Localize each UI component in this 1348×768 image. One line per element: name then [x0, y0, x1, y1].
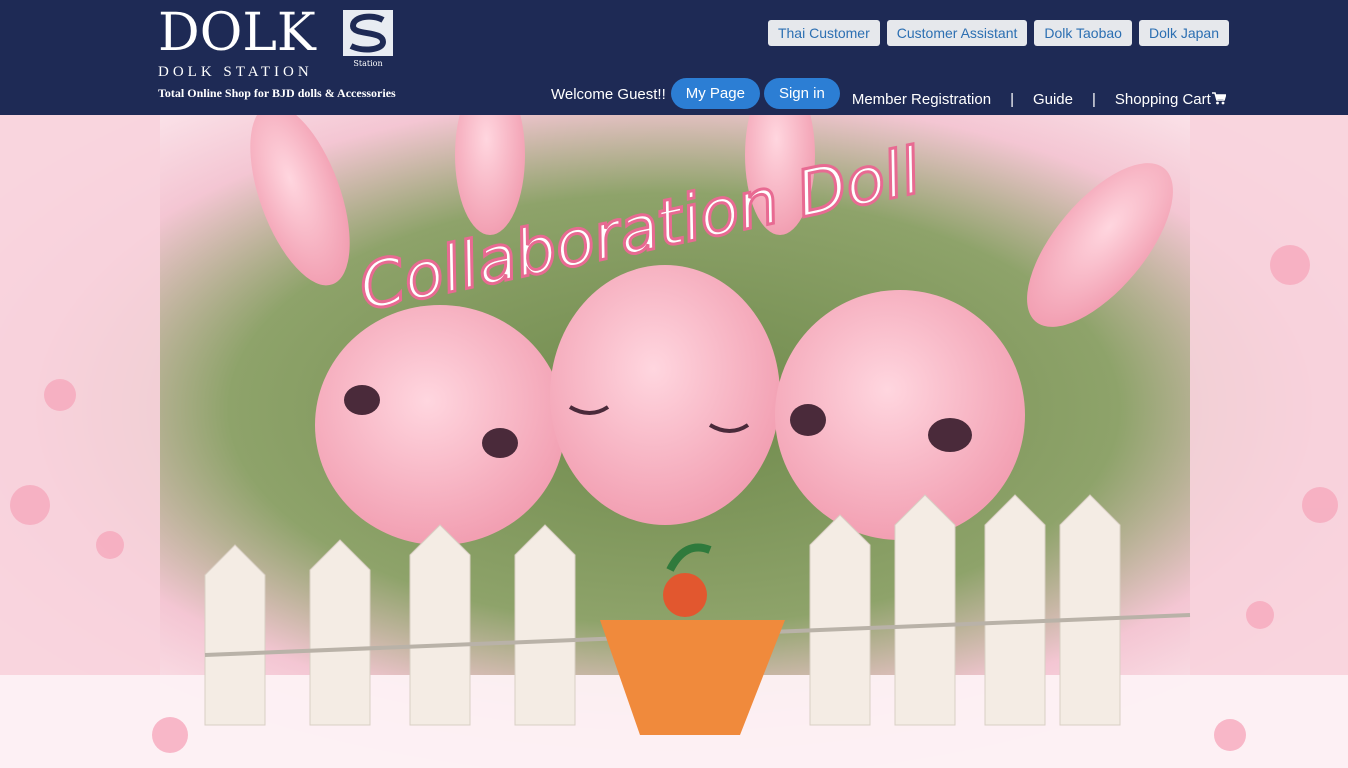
logo-tagline: Total Online Shop for BJD dolls & Access…: [158, 86, 396, 100]
logo-subtitle: DOLK STATION: [158, 64, 313, 80]
shopping-cart-label: Shopping Cart: [1114, 90, 1211, 108]
station-logo-icon[interactable]: Station: [343, 10, 393, 68]
thai-customer-button[interactable]: Thai Customer: [767, 20, 880, 46]
top-links: Thai Customer Customer Assistant Dolk Ta…: [767, 20, 1229, 46]
banner-image: Collaboration Doll: [0, 115, 1348, 768]
nav-separator: |: [1092, 90, 1096, 108]
shopping-cart-link[interactable]: Shopping Cart: [1115, 91, 1226, 108]
dolk-japan-button[interactable]: Dolk Japan: [1138, 20, 1229, 46]
dolk-taobao-button[interactable]: Dolk Taobao: [1034, 20, 1132, 46]
logo-wordmark[interactable]: DOLK: [158, 4, 316, 62]
my-page-button[interactable]: My Page: [670, 78, 760, 109]
main-nav: Welcome Guest!! My Page Sign in Member R…: [551, 78, 1226, 109]
customer-assistant-button[interactable]: Customer Assistant: [886, 20, 1028, 46]
logo-mark-text: Station: [353, 59, 382, 68]
nav-separator: |: [1010, 90, 1014, 108]
site-header: DOLK Station DOLK STATION Total Online S…: [0, 0, 1348, 115]
member-registration-link[interactable]: Member Registration: [852, 91, 991, 108]
guide-link[interactable]: Guide: [1033, 91, 1073, 108]
welcome-text: Welcome Guest!!: [551, 86, 666, 103]
hero-banner[interactable]: Collaboration Doll: [0, 115, 1348, 768]
sign-in-button[interactable]: Sign in: [763, 78, 840, 109]
cart-icon: [1211, 91, 1226, 104]
